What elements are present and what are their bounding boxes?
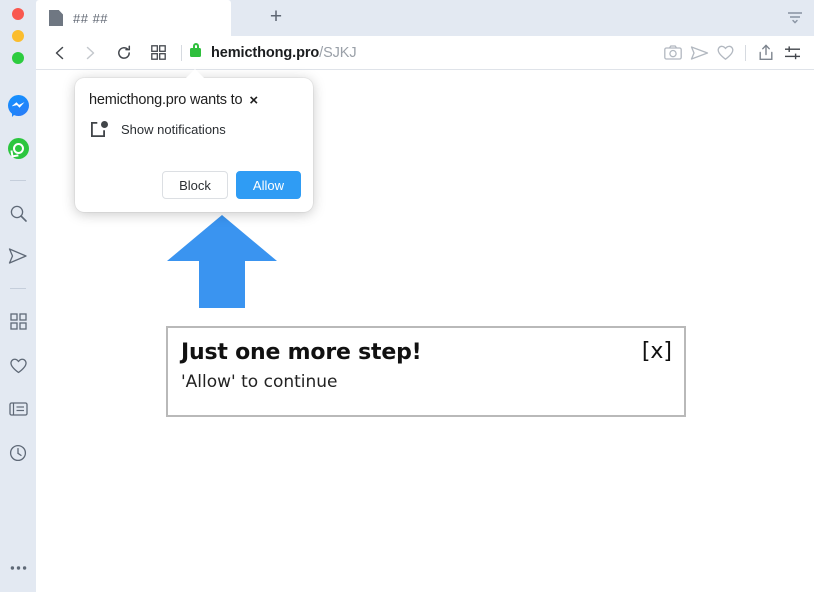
url-host: hemicthong.pro (211, 44, 320, 61)
share-upload-icon (759, 44, 773, 60)
sidebar (0, 0, 36, 592)
page-icon (49, 10, 63, 26)
grid-apps-icon (9, 312, 27, 330)
messenger-icon (7, 94, 29, 116)
address-bar: hemicthong.pro/SJKJ (36, 36, 814, 70)
sidebar-item-history[interactable] (0, 435, 36, 471)
tab-title: ## ## (73, 10, 109, 26)
allow-button[interactable]: Allow (235, 171, 301, 199)
address-bar-actions (660, 40, 814, 66)
popup-buttons: Block Allow (162, 171, 301, 199)
clock-history-icon (9, 444, 27, 462)
chevron-left-icon (55, 46, 64, 59)
sidebar-item-apps[interactable] (0, 303, 36, 339)
forward-button[interactable] (75, 38, 105, 68)
reload-icon (118, 45, 131, 59)
popup-close-button[interactable]: × (249, 93, 258, 108)
permission-row: Show notifications (75, 108, 313, 138)
sidebar-item-search[interactable] (0, 195, 36, 231)
window-maximize-button[interactable] (12, 52, 24, 64)
popup-header: hemicthong.pro wants to × (75, 78, 313, 108)
bookmark-button[interactable] (712, 40, 738, 66)
tab-list-button[interactable] (786, 9, 804, 25)
url-path: /SJKJ (319, 44, 357, 61)
heart-icon (717, 45, 733, 60)
chevron-right-icon (86, 46, 95, 59)
url-text[interactable]: hemicthong.pro/SJKJ (211, 45, 357, 61)
share-button[interactable] (753, 40, 779, 66)
notice-box: Just one more step! 'Allow' to continue … (166, 326, 686, 417)
notice-subtitle: 'Allow' to continue (181, 372, 338, 392)
sidebar-item-messenger[interactable] (0, 87, 36, 123)
sidebar-item-notes[interactable] (0, 391, 36, 427)
notice-close-button[interactable]: [x] (642, 339, 672, 364)
whatsapp-icon (7, 137, 29, 159)
tab-list-icon (788, 12, 802, 24)
panel-toggle-button[interactable] (143, 38, 173, 68)
search-icon (10, 205, 27, 222)
browser-window: ## ## + hemicthong.pro/SJKJ Just one mor… (0, 0, 814, 592)
block-button[interactable]: Block (162, 171, 228, 199)
telegram-send-icon (8, 248, 27, 264)
grid-panel-icon (150, 45, 166, 60)
back-button[interactable] (45, 38, 75, 68)
more-dots-icon (10, 566, 26, 570)
popup-title: hemicthong.pro wants to (89, 92, 243, 108)
notification-permission-popup: hemicthong.pro wants to × Show notificat… (75, 69, 313, 212)
notification-badge-icon (91, 121, 108, 138)
tab-strip: ## ## + (36, 0, 814, 36)
reload-button[interactable] (109, 38, 139, 68)
sidebar-divider-1 (10, 180, 26, 181)
toolbar-divider (181, 44, 182, 61)
page-actions-button[interactable] (779, 40, 805, 66)
actions-divider (745, 44, 746, 61)
sliders-settings-icon (784, 45, 800, 59)
window-close-button[interactable] (12, 8, 24, 20)
capture-page-button[interactable] (660, 40, 686, 66)
sidebar-item-whatsapp[interactable] (0, 130, 36, 166)
camera-icon (664, 45, 682, 60)
lock-icon[interactable] (190, 43, 201, 57)
heart-icon (9, 358, 27, 373)
window-minimize-button[interactable] (12, 30, 24, 42)
sidebar-item-more[interactable] (0, 550, 36, 586)
notice-title: Just one more step! (181, 340, 422, 365)
new-tab-button[interactable]: + (264, 6, 288, 30)
sidebar-divider-2 (10, 288, 26, 289)
permission-label: Show notifications (121, 122, 226, 137)
notes-icon (8, 402, 28, 416)
paper-plane-icon (690, 45, 708, 60)
sidebar-item-telegram[interactable] (0, 238, 36, 274)
send-button[interactable] (686, 40, 712, 66)
browser-tab[interactable]: ## ## (36, 0, 231, 36)
up-arrow-icon (167, 215, 277, 308)
sidebar-item-bookmarks[interactable] (0, 347, 36, 383)
